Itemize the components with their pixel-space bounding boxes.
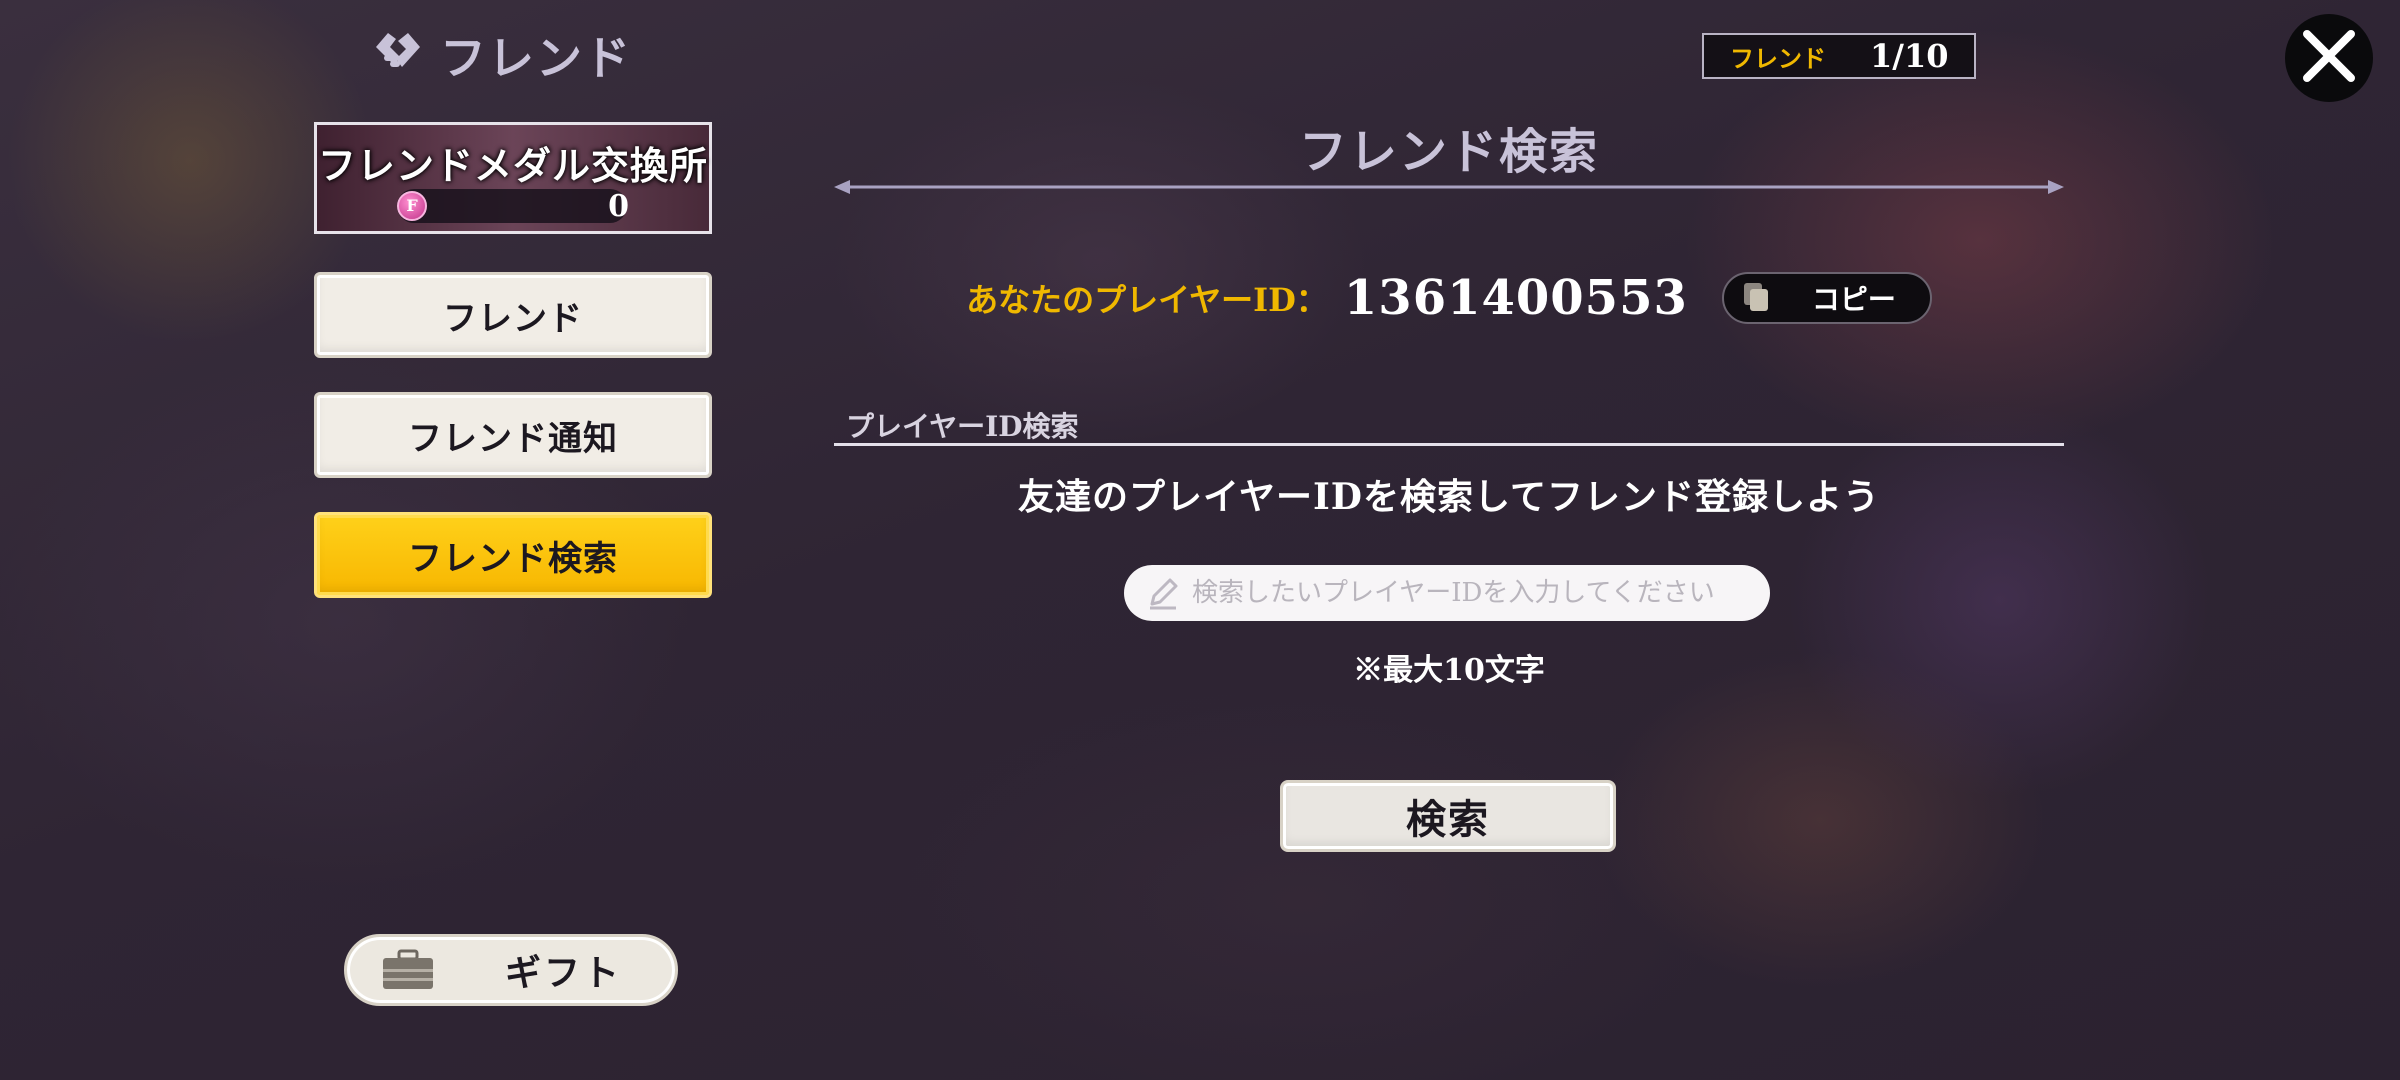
sidebar-item-label: フレンド (443, 298, 583, 339)
player-id-value: 1361400553 (1343, 270, 1688, 326)
medal-count-bar (397, 189, 627, 223)
copy-button[interactable]: コピー (1721, 272, 1932, 324)
copy-icon (1742, 281, 1772, 315)
briefcase-icon (381, 949, 435, 991)
pencil-icon (1146, 576, 1180, 610)
medal-coin-icon: F (397, 191, 427, 221)
sidebar-item-friends[interactable]: フレンド (314, 272, 712, 358)
friend-counter-label: フレンド (1730, 43, 1826, 73)
gift-label: ギフト (505, 952, 623, 994)
search-instruction: 友達のプレイヤーIDを検索してフレンド登録しよう (1018, 476, 1880, 518)
handshake-icon (370, 25, 426, 86)
sidebar-item-friend-search[interactable]: フレンド検索 (314, 512, 712, 598)
search-button-label: 検索 (1406, 796, 1490, 843)
friend-counter: フレンド 1/10 (1702, 33, 1976, 79)
friend-counter-value: 1/10 (1870, 37, 1949, 75)
player-id-row: あなたのプレイヤーID： 1361400553 コピー (834, 266, 2064, 330)
medal-exchange-title: フレンドメダル交換所 (317, 143, 708, 188)
max-length-note: ※最大10文字 (1353, 653, 1545, 688)
friend-medal-exchange-button[interactable]: フレンドメダル交換所 F 0 (314, 122, 712, 234)
sidebar-item-friend-notifications[interactable]: フレンド通知 (314, 392, 712, 478)
close-button[interactable] (2285, 14, 2373, 102)
page-title-text: フレンド (440, 31, 632, 85)
sidebar-item-label: フレンド検索 (408, 538, 618, 579)
player-id-search-field[interactable] (1124, 565, 1770, 621)
page-title: フレンド (370, 25, 632, 85)
player-id-label: あなたのプレイヤーID： (966, 281, 1328, 319)
title-divider (834, 180, 2064, 194)
close-icon (2299, 26, 2359, 90)
gift-button[interactable]: ギフト (344, 934, 678, 1006)
search-button[interactable]: 検索 (1280, 780, 1616, 852)
medal-count: 0 (608, 189, 629, 224)
player-id-search-heading: プレイヤーID検索 (846, 410, 1079, 443)
player-id-search-input[interactable] (1190, 577, 1754, 609)
sidebar-item-label: フレンド通知 (408, 418, 618, 459)
subsection-divider (834, 443, 2064, 446)
copy-label: コピー (1811, 283, 1896, 316)
